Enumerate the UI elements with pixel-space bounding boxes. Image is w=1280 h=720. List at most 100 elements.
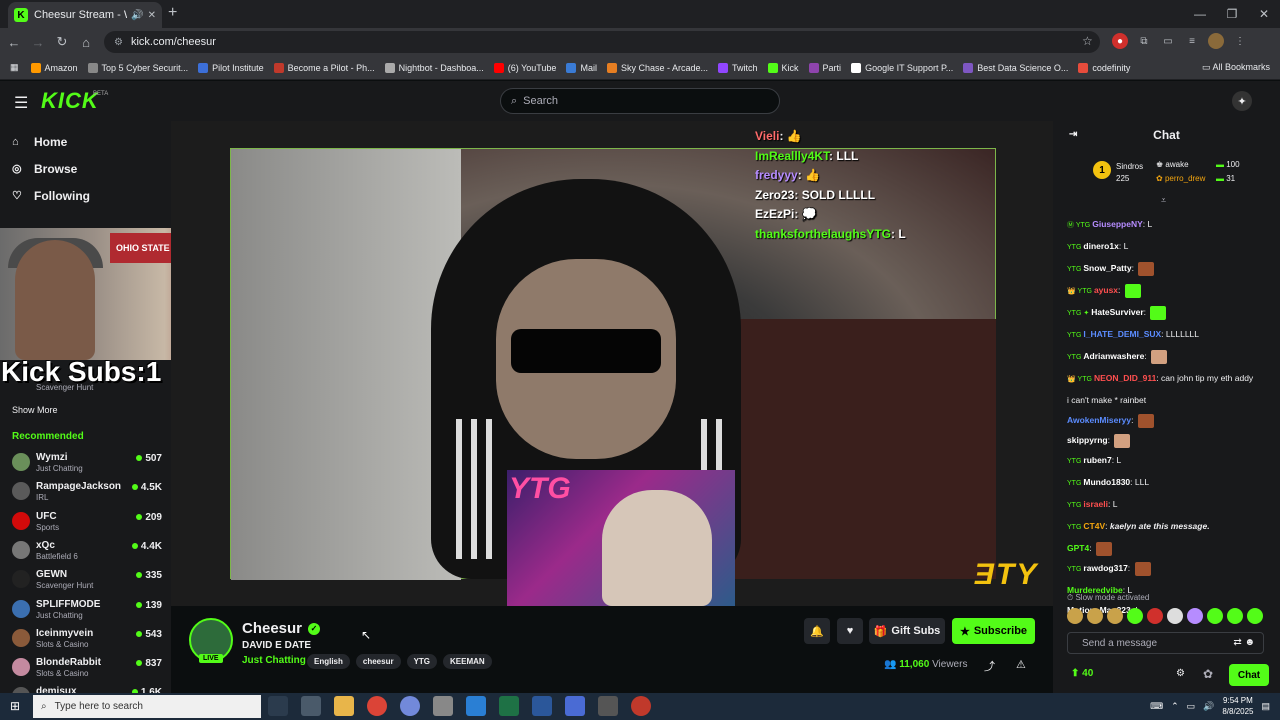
- channel-name[interactable]: Cheesur ✓: [242, 620, 321, 637]
- chat-username[interactable]: Mundo1830: [1083, 477, 1130, 487]
- recommended-channel[interactable]: SPLIFFMODE Just Chatting 139: [12, 597, 162, 626]
- follow-button[interactable]: ♥: [837, 618, 863, 644]
- bookmark-item[interactable]: Best Data Science O...: [963, 62, 1068, 73]
- bookmark-item[interactable]: Twitch: [718, 62, 758, 73]
- emoji-picker-icon[interactable]: ⇄ ☻: [1233, 637, 1255, 648]
- app-icon[interactable]: [598, 696, 618, 716]
- cast-icon[interactable]: ▭: [1160, 33, 1176, 49]
- nav-item-home[interactable]: ⌂ Home: [0, 128, 171, 155]
- stream-tag[interactable]: KEEMAN: [443, 654, 492, 669]
- discord-icon[interactable]: [400, 696, 420, 716]
- browser-tab[interactable]: K Cheesur Stream - Watch Li... 🔊 ✕: [8, 2, 162, 28]
- chat-username[interactable]: AwokenMiseryy: [1067, 415, 1131, 425]
- stream-tag[interactable]: YTG: [406, 654, 438, 669]
- collapse-chat-icon[interactable]: ⇥: [1069, 129, 1077, 140]
- gift-subs-button[interactable]: 🎁 Gift Subs: [869, 618, 945, 644]
- stream-tag[interactable]: English: [307, 654, 350, 669]
- emote-icon[interactable]: [1107, 608, 1123, 624]
- hamburger-menu-icon[interactable]: ☰: [14, 93, 28, 113]
- bookmark-item[interactable]: Top 5 Cyber Securit...: [87, 62, 188, 73]
- bookmark-item[interactable]: Parti: [808, 62, 841, 73]
- kick-logo[interactable]: KICK: [41, 88, 99, 114]
- home-icon[interactable]: ⌂: [74, 35, 98, 50]
- show-more-link[interactable]: Show More: [12, 405, 58, 415]
- bookmark-item[interactable]: codefinity: [1078, 62, 1130, 73]
- chat-username[interactable]: israeli: [1083, 499, 1108, 509]
- emote-icon[interactable]: [1087, 608, 1103, 624]
- network-icon[interactable]: ▭: [1187, 701, 1196, 712]
- chat-username[interactable]: ayusx: [1094, 285, 1118, 295]
- bookmark-item[interactable]: Amazon: [30, 62, 78, 73]
- chat-username[interactable]: HateSurviver: [1091, 307, 1143, 317]
- file-explorer-icon[interactable]: [334, 696, 354, 716]
- nav-item-browse[interactable]: ◎ Browse: [0, 155, 171, 182]
- settings-icon[interactable]: [433, 696, 453, 716]
- all-bookmarks-button[interactable]: ▭ All Bookmarks: [1202, 62, 1270, 73]
- video-player[interactable]: YTG Vieli: 👍 ImReallly4KT: LLL fredyyy: 👍 Z…: [171, 121, 1053, 606]
- tab-close-icon[interactable]: ✕: [148, 10, 156, 21]
- recommended-channel[interactable]: GEWN Scavenger Hunt 335: [12, 567, 162, 596]
- extension-icon[interactable]: ●: [1112, 33, 1128, 49]
- bookmark-item[interactable]: Pilot Institute: [198, 62, 264, 73]
- puzzle-icon[interactable]: ⧉: [1136, 33, 1152, 49]
- app-icon[interactable]: [631, 696, 651, 716]
- chat-username[interactable]: ruben7: [1083, 455, 1111, 465]
- chat-username[interactable]: Snow_Patty: [1083, 263, 1131, 273]
- app-icon[interactable]: [565, 696, 585, 716]
- site-info-icon[interactable]: ⚙: [114, 37, 123, 48]
- chat-username[interactable]: I_HATE_DEMI_SUX: [1083, 329, 1161, 339]
- recommended-channel[interactable]: BlondeRabbit Slots & Casino 837: [12, 655, 162, 684]
- emote-icon[interactable]: [1167, 608, 1183, 624]
- url-bar[interactable]: ⚙ kick.com/cheesur: [104, 31, 1100, 53]
- task-view-icon[interactable]: [268, 696, 288, 716]
- chat-settings-icon[interactable]: ⚙: [1176, 668, 1185, 679]
- chat-username[interactable]: GPT4: [1067, 543, 1089, 553]
- taskbar-search-input[interactable]: ⌕ Type here to search: [33, 695, 261, 718]
- excel-icon[interactable]: [499, 696, 519, 716]
- recommended-channel[interactable]: Wymzi Just Chatting 507: [12, 450, 162, 479]
- menu-dots-icon[interactable]: ⋮: [1232, 33, 1248, 49]
- media-icon[interactable]: ≡: [1184, 33, 1200, 49]
- recommended-channel[interactable]: Iceinmyvein Slots & Casino 543: [12, 626, 162, 655]
- notification-bell-button[interactable]: 🔔: [804, 618, 830, 644]
- profile-avatar-icon[interactable]: [1208, 33, 1224, 49]
- subscribe-button[interactable]: ★ Subscribe: [952, 618, 1035, 644]
- keyboard-icon[interactable]: ⌨: [1150, 701, 1163, 712]
- chevron-up-icon[interactable]: ⌃: [1171, 701, 1179, 712]
- chat-username[interactable]: rawdog317: [1083, 563, 1127, 573]
- emote-icon[interactable]: [1207, 608, 1223, 624]
- stream-tag[interactable]: cheesur: [355, 654, 401, 669]
- reload-icon[interactable]: ↻: [50, 34, 74, 50]
- report-icon[interactable]: ⚠: [1016, 658, 1026, 671]
- minimize-icon[interactable]: —: [1184, 0, 1216, 28]
- recommended-channel[interactable]: RampageJackson IRL 4.5K: [12, 479, 162, 508]
- bookmark-item[interactable]: Nightbot - Dashboa...: [384, 62, 484, 73]
- chrome-icon[interactable]: [367, 696, 387, 716]
- share-icon[interactable]: ⤴: [984, 658, 995, 674]
- chat-username[interactable]: skippyrng: [1067, 435, 1108, 445]
- chat-username[interactable]: CT4V: [1083, 521, 1105, 531]
- windows-start-icon[interactable]: ⊞: [10, 699, 20, 713]
- emote-icon[interactable]: [1247, 608, 1263, 624]
- emote-icon[interactable]: [1127, 608, 1143, 624]
- apps-grid-icon[interactable]: ▦: [10, 62, 19, 73]
- volume-icon[interactable]: 🔊: [1203, 701, 1214, 712]
- chat-message-input[interactable]: Send a message ⇄ ☻: [1067, 632, 1264, 654]
- restore-icon[interactable]: ❐: [1216, 0, 1248, 28]
- bookmark-item[interactable]: Sky Chase - Arcade...: [606, 62, 708, 73]
- chat-tools-icon[interactable]: ✿: [1203, 667, 1213, 681]
- bookmark-item[interactable]: Become a Pilot - Ph...: [273, 62, 375, 73]
- notification-icon[interactable]: ▤: [1261, 701, 1270, 712]
- back-icon[interactable]: ←: [2, 35, 26, 50]
- chat-username[interactable]: dinero1x: [1083, 241, 1118, 251]
- chat-username[interactable]: GiuseppeNY: [1092, 219, 1143, 229]
- scroll-down-icon[interactable]: ⩡: [1161, 195, 1166, 206]
- clock[interactable]: 9:54 PM 8/8/2025: [1222, 695, 1253, 717]
- bookmark-item[interactable]: Google IT Support P...: [851, 62, 953, 73]
- new-tab-icon[interactable]: +: [168, 4, 177, 22]
- emote-icon[interactable]: [1227, 608, 1243, 624]
- nav-item-following[interactable]: ♡ Following: [0, 182, 171, 209]
- bookmark-item[interactable]: Kick: [767, 62, 799, 73]
- bookmark-item[interactable]: Mail: [566, 62, 597, 73]
- app-icon[interactable]: [466, 696, 486, 716]
